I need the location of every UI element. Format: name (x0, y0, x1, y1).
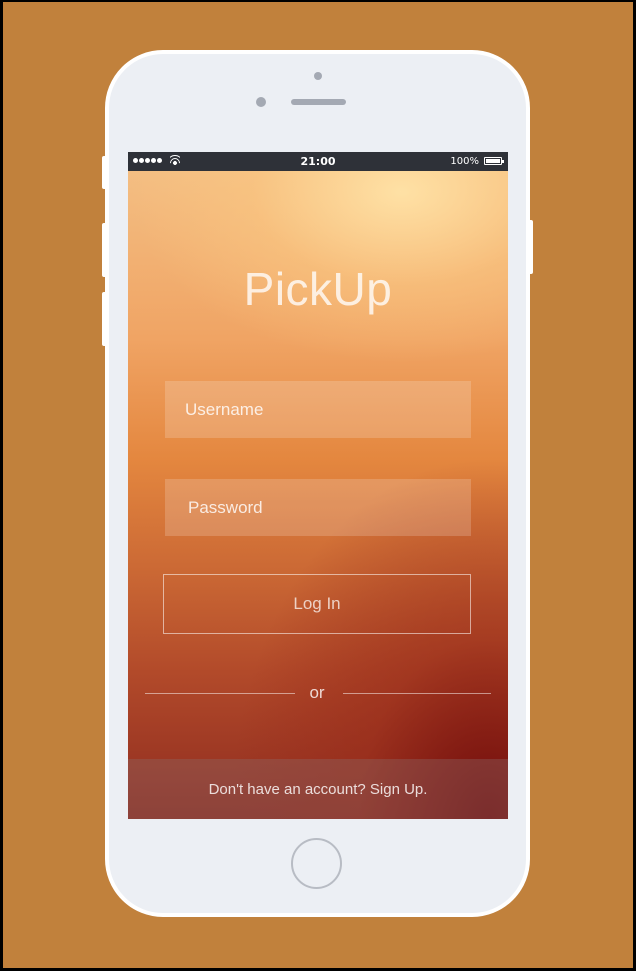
app-logo-title: PickUp (243, 263, 393, 315)
battery-percentage: 100% (450, 156, 479, 167)
front-camera (314, 72, 322, 80)
password-input[interactable] (165, 479, 471, 536)
login-button[interactable]: Log In (163, 574, 471, 634)
divider-line-right (343, 693, 491, 694)
status-bar: 21:00 100% (128, 152, 508, 171)
phone-silent-switch (102, 156, 107, 189)
proximity-sensor (256, 97, 266, 107)
battery-icon (484, 157, 504, 165)
username-input[interactable] (165, 381, 471, 438)
divider-line-left (145, 693, 295, 694)
signup-footer[interactable]: Don't have an account? Sign Up. (128, 759, 508, 819)
phone-volume-down-button (102, 292, 107, 346)
phone-power-button (528, 220, 533, 274)
app-screen: 21:00 100% PickUp Log In or Don't have a… (128, 152, 508, 819)
signup-link[interactable]: Don't have an account? Sign Up. (209, 781, 428, 798)
home-button[interactable] (291, 838, 342, 889)
phone-volume-up-button (102, 223, 107, 277)
earpiece-speaker (291, 99, 346, 105)
divider-or-label: or (309, 683, 325, 702)
